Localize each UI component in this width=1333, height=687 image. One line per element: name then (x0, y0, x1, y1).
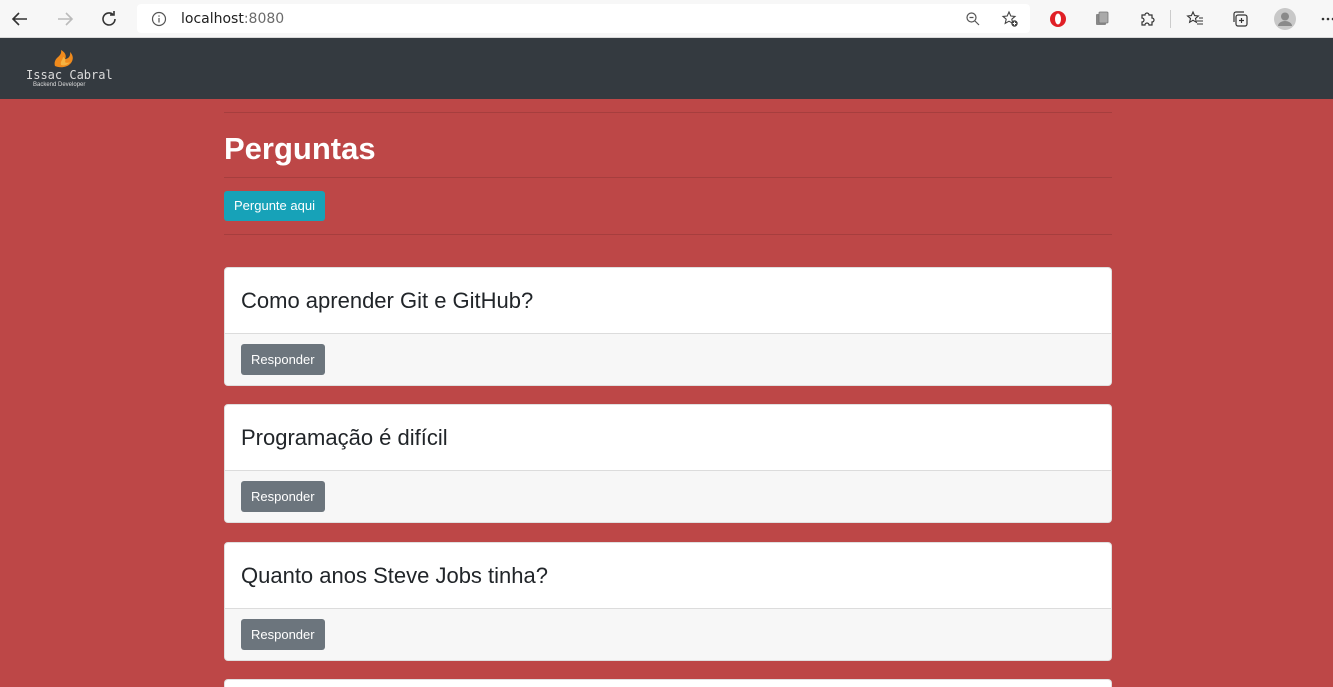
flame-logo-icon (54, 50, 73, 68)
more-icon[interactable] (1316, 7, 1333, 31)
card-body: Programação é difícil (225, 405, 1111, 471)
puzzle-icon[interactable] (1135, 7, 1159, 31)
ask-question-button[interactable]: Pergunte aqui (224, 191, 325, 221)
site-logo[interactable]: Issac Cabral Backend Developer (24, 46, 114, 92)
toolbar-divider (1170, 10, 1171, 28)
url-host: localhost (181, 11, 244, 27)
add-favorite-icon[interactable] (1000, 9, 1020, 29)
collections-icon[interactable] (1228, 7, 1252, 31)
reply-button[interactable]: Responder (241, 481, 325, 512)
reload-icon[interactable] (97, 7, 121, 31)
site-navbar: Issac Cabral Backend Developer (0, 38, 1333, 99)
question-title: Programação é difícil (241, 424, 448, 450)
forward-icon[interactable] (53, 7, 77, 31)
card-footer: Responder (225, 471, 1111, 522)
reply-button[interactable]: Responder (241, 344, 325, 375)
opera-icon[interactable] (1046, 7, 1070, 31)
card-body: Quanto anos Steve Jobs tinha? (225, 543, 1111, 609)
logo-name: Issac Cabral (26, 68, 113, 82)
back-icon[interactable] (8, 7, 32, 31)
extension-icon[interactable] (1090, 7, 1114, 31)
favorites-icon[interactable] (1183, 7, 1207, 31)
question-card-partial (224, 679, 1112, 687)
question-title: Como aprender Git e GitHub? (241, 287, 534, 313)
page-title: Perguntas (224, 131, 376, 166)
divider (224, 177, 1112, 178)
url-port: :8080 (243, 11, 285, 27)
logo-subtitle: Backend Developer (33, 82, 86, 88)
url-text[interactable]: localhost:8080 (181, 11, 284, 27)
question-card: Como aprender Git e GitHub? Responder (224, 267, 1112, 386)
address-bar[interactable]: localhost:8080 (137, 4, 1030, 33)
zoom-icon[interactable] (963, 9, 983, 29)
page-header: Perguntas Pergunte aqui (224, 99, 1112, 235)
reply-button[interactable]: Responder (241, 619, 325, 650)
question-card: Programação é difícil Responder (224, 404, 1112, 523)
divider (224, 112, 1112, 113)
card-body: Como aprender Git e GitHub? (225, 268, 1111, 334)
divider (224, 234, 1112, 235)
question-title: Quanto anos Steve Jobs tinha? (241, 562, 548, 588)
info-icon[interactable] (149, 9, 169, 29)
browser-toolbar: localhost:8080 (0, 0, 1333, 38)
card-footer: Responder (225, 609, 1111, 660)
question-card: Quanto anos Steve Jobs tinha? Responder (224, 542, 1112, 661)
card-footer: Responder (225, 334, 1111, 385)
profile-icon[interactable] (1273, 7, 1297, 31)
